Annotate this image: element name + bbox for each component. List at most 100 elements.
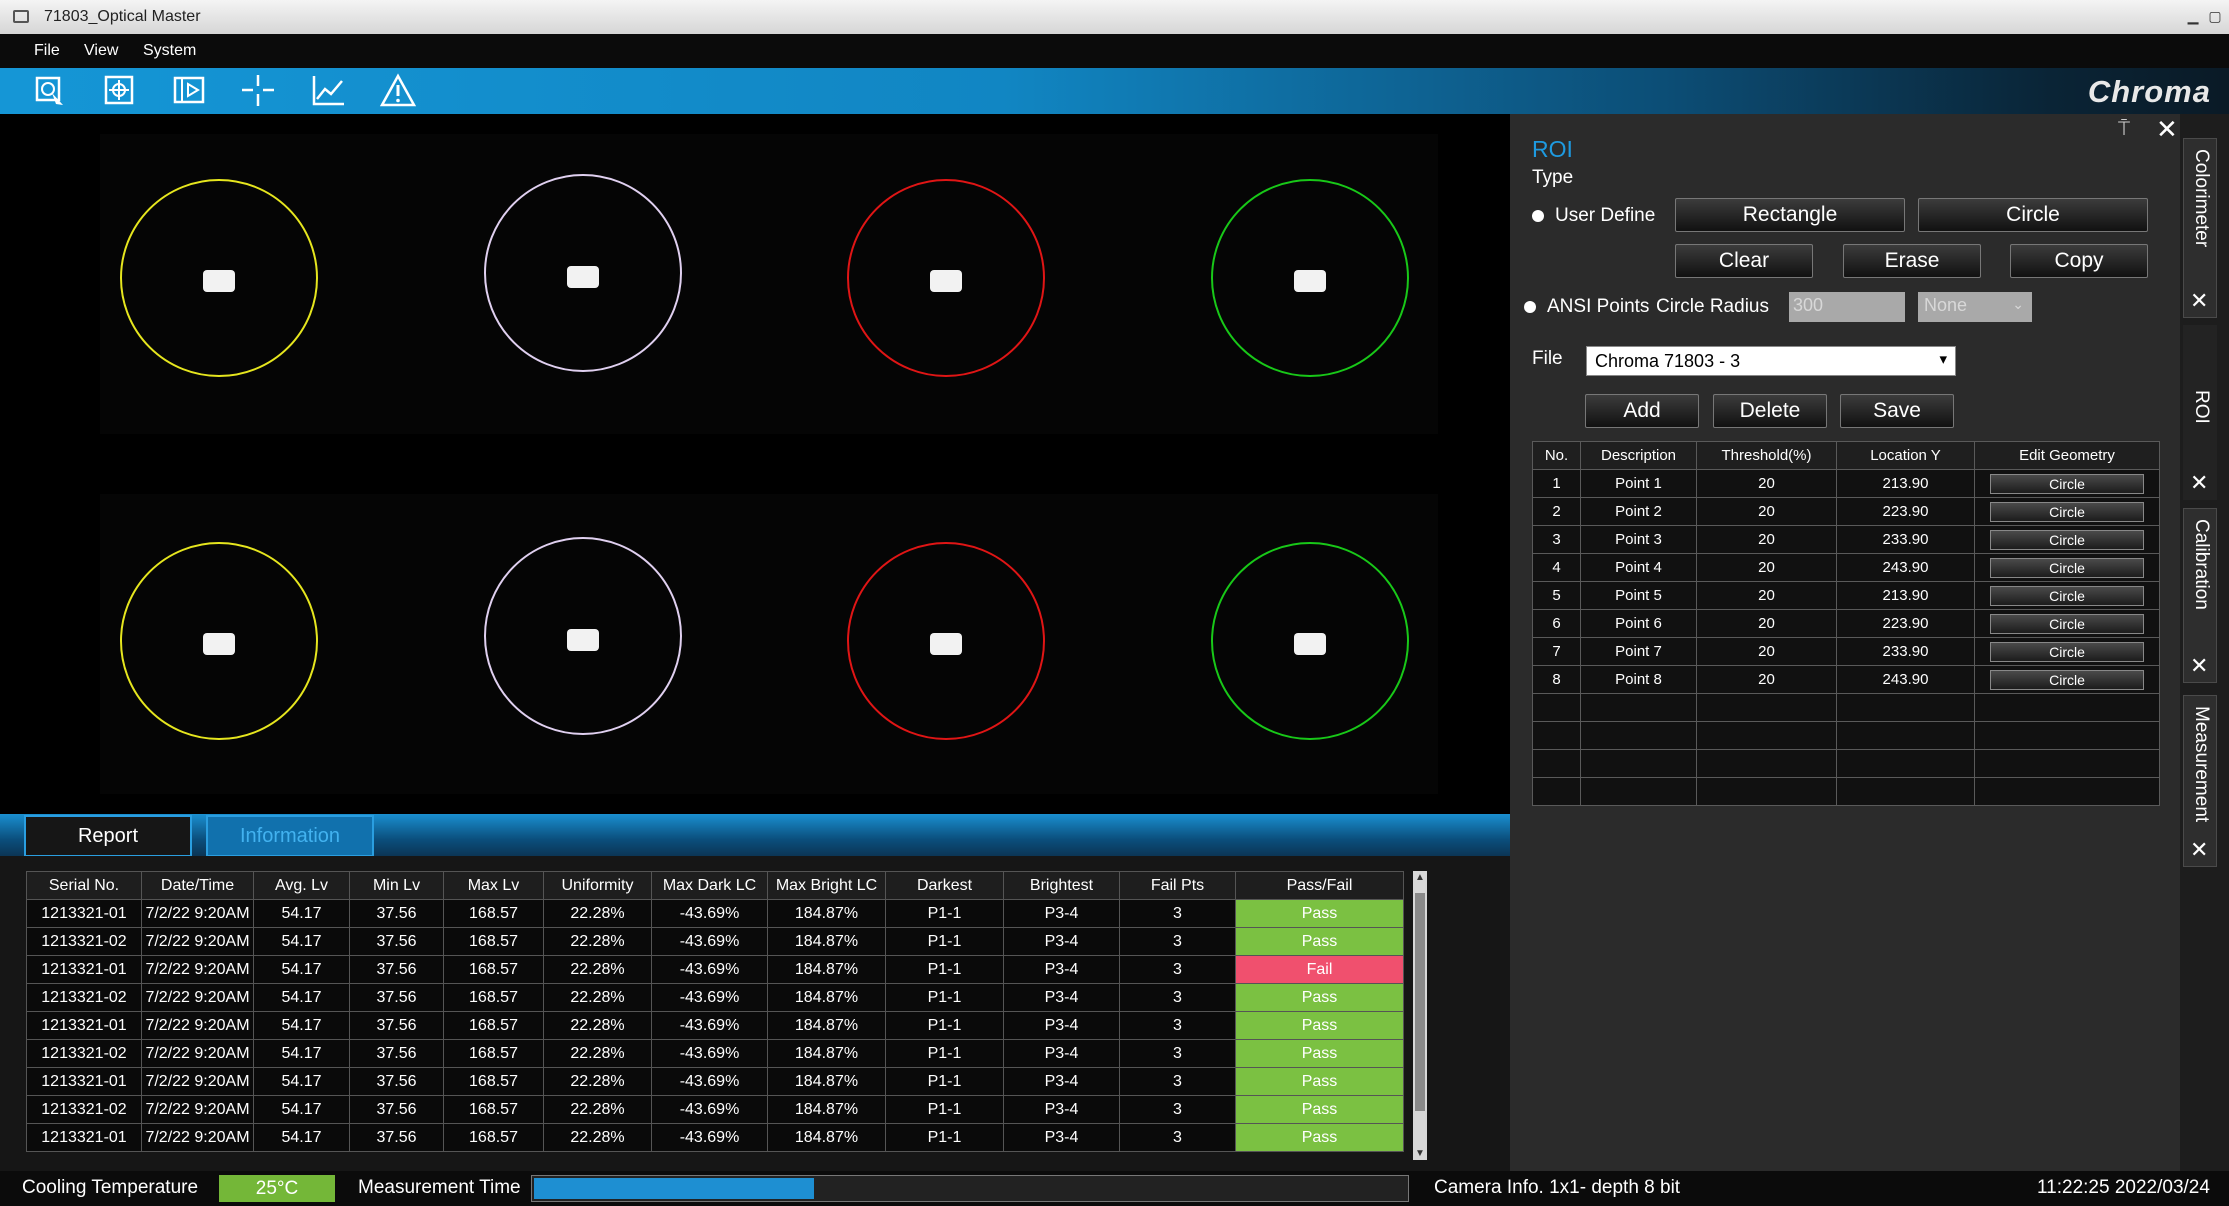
file-select[interactable]: Chroma 71803 - 3 ▾ bbox=[1586, 346, 1956, 376]
none-select[interactable]: None ⌄ bbox=[1918, 292, 2032, 322]
table-cell: 54.17 bbox=[253, 1039, 350, 1068]
table-row[interactable]: 1213321-02 7/2/22 9:20AM 54.17 37.56 168.57 2… bbox=[26, 927, 1404, 956]
table-row[interactable]: 1213321-02 7/2/22 9:20AM 54.17 37.56 168.57 2… bbox=[26, 1039, 1404, 1068]
edit-geometry-cell: Circle bbox=[1974, 497, 2160, 526]
tab-report[interactable]: Report bbox=[24, 815, 192, 857]
col-header[interactable]: Date/Time bbox=[141, 871, 254, 900]
close-icon[interactable]: ✕ bbox=[2190, 839, 2208, 861]
edit-geometry-cell: Circle bbox=[1974, 525, 2160, 554]
clear-button[interactable]: Clear bbox=[1675, 244, 1813, 278]
add-button[interactable]: Add bbox=[1585, 394, 1699, 428]
save-button[interactable]: Save bbox=[1840, 394, 1954, 428]
table-cell bbox=[1532, 721, 1581, 750]
copy-button[interactable]: Copy bbox=[2010, 244, 2148, 278]
report-scrollbar[interactable]: ▲ ▼ bbox=[1413, 871, 1427, 1160]
delete-button[interactable]: Delete bbox=[1713, 394, 1827, 428]
table-cell: 20 bbox=[1696, 497, 1837, 526]
col-header[interactable]: Avg. Lv bbox=[253, 871, 350, 900]
col-header[interactable]: Darkest bbox=[885, 871, 1004, 900]
line-chart-icon[interactable] bbox=[308, 72, 348, 110]
scroll-up-icon[interactable]: ▲ bbox=[1415, 872, 1425, 883]
table-header-row: No. Description Threshold(%) Location Y … bbox=[1532, 441, 2160, 470]
table-row[interactable]: 1213321-01 7/2/22 9:20AM 54.17 37.56 168.57 2… bbox=[26, 1011, 1404, 1040]
col-header[interactable]: Serial No. bbox=[26, 871, 142, 900]
pin-icon[interactable]: ⍑ bbox=[2118, 118, 2130, 141]
tab-information[interactable]: Information bbox=[206, 815, 374, 857]
table-row[interactable]: 3 Point 3 20 233.90 Circle bbox=[1532, 525, 2160, 554]
table-cell: 7 bbox=[1532, 637, 1581, 666]
table-row[interactable]: 1213321-01 7/2/22 9:20AM 54.17 37.56 168.57 2… bbox=[26, 1123, 1404, 1152]
table-row[interactable]: 1213321-02 7/2/22 9:20AM 54.17 37.56 168.57 2… bbox=[26, 1095, 1404, 1124]
tab-roi[interactable]: ROI ✕ bbox=[2183, 325, 2217, 500]
minimize-icon[interactable]: ▁ bbox=[2183, 5, 2203, 27]
table-cell bbox=[1580, 777, 1697, 806]
roi-select-icon[interactable] bbox=[30, 72, 70, 110]
table-cell: P1-1 bbox=[885, 899, 1004, 928]
edit-geometry-button[interactable]: Circle bbox=[1990, 585, 2144, 606]
table-row[interactable]: 4 Point 4 20 243.90 Circle bbox=[1532, 553, 2160, 582]
edit-geometry-button[interactable]: Circle bbox=[1990, 529, 2144, 550]
table-cell: -43.69% bbox=[651, 1123, 768, 1152]
col-header[interactable]: Max Dark LC bbox=[651, 871, 768, 900]
edit-geometry-button[interactable]: Circle bbox=[1990, 473, 2144, 494]
table-cell: 37.56 bbox=[349, 1067, 444, 1096]
table-row[interactable]: 5 Point 5 20 213.90 Circle bbox=[1532, 581, 2160, 610]
circle-button[interactable]: Circle bbox=[1918, 198, 2148, 232]
rectangle-button[interactable]: Rectangle bbox=[1675, 198, 1905, 232]
col-header[interactable]: Min Lv bbox=[349, 871, 444, 900]
focus-target-icon[interactable] bbox=[100, 72, 140, 110]
table-cell: 37.56 bbox=[349, 899, 444, 928]
table-cell: 20 bbox=[1696, 525, 1837, 554]
col-header[interactable]: Location Y bbox=[1836, 441, 1975, 470]
close-panel-icon[interactable]: ✕ bbox=[2156, 114, 2178, 145]
menu-view[interactable]: View bbox=[84, 42, 118, 60]
col-header[interactable]: Threshold(%) bbox=[1696, 441, 1837, 470]
col-header[interactable]: Description bbox=[1580, 441, 1697, 470]
table-row[interactable]: 1213321-01 7/2/22 9:20AM 54.17 37.56 168.57 2… bbox=[26, 955, 1404, 984]
user-define-label: User Define bbox=[1555, 205, 1656, 226]
crosshair-icon[interactable] bbox=[238, 72, 278, 110]
scrollbar-thumb[interactable] bbox=[1415, 893, 1425, 1111]
col-header[interactable]: Uniformity bbox=[543, 871, 652, 900]
col-header[interactable]: Pass/Fail bbox=[1235, 871, 1404, 900]
table-row[interactable]: 6 Point 6 20 223.90 Circle bbox=[1532, 609, 2160, 638]
edit-geometry-button[interactable]: Circle bbox=[1990, 613, 2144, 634]
close-icon[interactable]: ✕ bbox=[2190, 290, 2208, 312]
table-row[interactable]: 1 Point 1 20 213.90 Circle bbox=[1532, 469, 2160, 498]
col-header[interactable]: Max Lv bbox=[443, 871, 544, 900]
edit-geometry-button[interactable]: Circle bbox=[1990, 501, 2144, 522]
table-row[interactable]: 8 Point 8 20 243.90 Circle bbox=[1532, 665, 2160, 694]
scroll-down-icon[interactable]: ▼ bbox=[1415, 1148, 1425, 1159]
edit-geometry-button[interactable]: Circle bbox=[1990, 669, 2144, 690]
video-play-icon[interactable] bbox=[170, 72, 210, 110]
light-spot bbox=[203, 633, 235, 655]
col-header[interactable]: Max Bright LC bbox=[767, 871, 886, 900]
circle-radius-input[interactable]: 300 bbox=[1789, 292, 1905, 322]
table-row[interactable]: 2 Point 2 20 223.90 Circle bbox=[1532, 497, 2160, 526]
table-cell: 1213321-02 bbox=[26, 983, 142, 1012]
tab-measurement[interactable]: Measurement ✕ bbox=[2183, 695, 2217, 867]
tab-calibration[interactable]: Calibration ✕ bbox=[2183, 508, 2217, 683]
menu-system[interactable]: System bbox=[143, 42, 196, 60]
erase-button[interactable]: Erase bbox=[1843, 244, 1981, 278]
table-row[interactable]: 7 Point 7 20 233.90 Circle bbox=[1532, 637, 2160, 666]
close-icon[interactable]: ✕ bbox=[2190, 472, 2208, 494]
table-row[interactable]: 1213321-02 7/2/22 9:20AM 54.17 37.56 168.57 2… bbox=[26, 983, 1404, 1012]
ansi-points-radio[interactable] bbox=[1524, 301, 1536, 313]
col-header[interactable]: Fail Pts bbox=[1119, 871, 1236, 900]
close-icon[interactable]: ✕ bbox=[2190, 655, 2208, 677]
warning-icon[interactable] bbox=[378, 72, 418, 110]
edit-geometry-button[interactable]: Circle bbox=[1990, 557, 2144, 578]
image-viewer[interactable] bbox=[0, 114, 1510, 814]
col-header[interactable]: No. bbox=[1532, 441, 1581, 470]
table-cell: 22.28% bbox=[543, 955, 652, 984]
maximize-icon[interactable]: ▢ bbox=[2205, 5, 2225, 27]
tab-colorimeter[interactable]: Colorimeter ✕ bbox=[2183, 138, 2217, 318]
table-row[interactable]: 1213321-01 7/2/22 9:20AM 54.17 37.56 168.57 2… bbox=[26, 899, 1404, 928]
col-header[interactable]: Edit Geometry bbox=[1974, 441, 2160, 470]
edit-geometry-button[interactable]: Circle bbox=[1990, 641, 2144, 662]
menu-file[interactable]: File bbox=[34, 42, 60, 60]
col-header[interactable]: Brightest bbox=[1003, 871, 1120, 900]
table-row[interactable]: 1213321-01 7/2/22 9:20AM 54.17 37.56 168.57 2… bbox=[26, 1067, 1404, 1096]
user-define-radio[interactable] bbox=[1532, 210, 1544, 222]
